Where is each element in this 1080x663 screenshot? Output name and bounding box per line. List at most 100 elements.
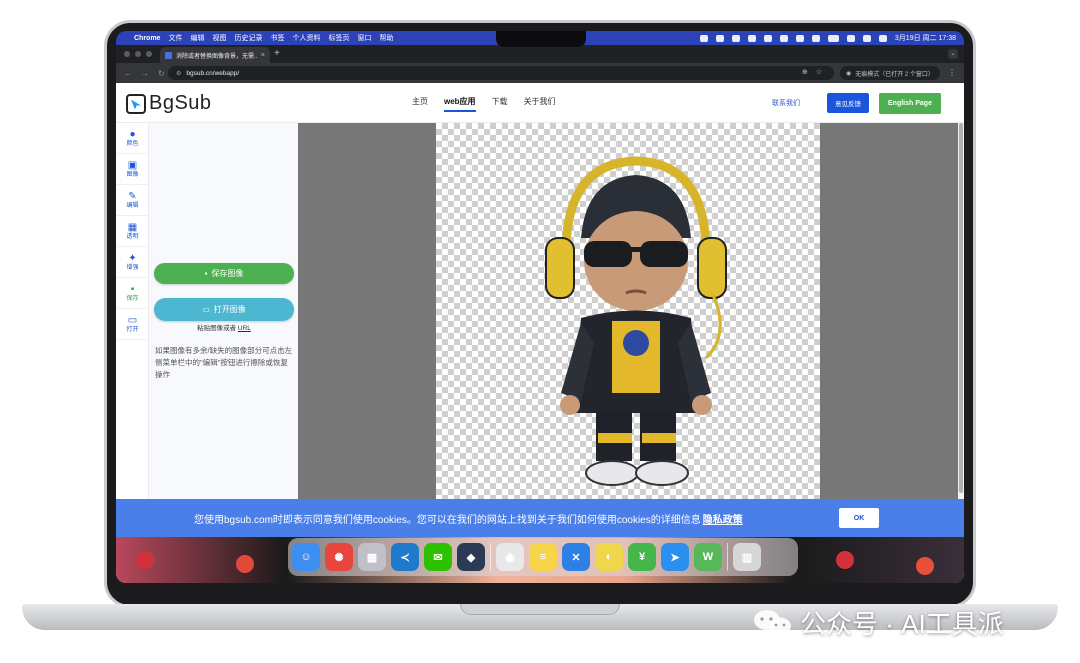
finder-icon[interactable]: ☺ — [292, 543, 320, 571]
new-tab-button[interactable]: + — [274, 48, 280, 59]
launchpad-icon[interactable]: ▦ — [358, 543, 386, 571]
sun-status-icon[interactable] — [731, 34, 740, 42]
wechat-icon[interactable]: ✉ — [424, 543, 452, 571]
sidebar-item-open[interactable]: ▭ 打开 — [116, 309, 149, 340]
cube-app-icon[interactable]: ◆ — [457, 543, 485, 571]
xcode-tools-icon[interactable]: ✕ — [562, 543, 590, 571]
incognito-indicator[interactable]: ◉ 无痕模式（已打开 2 个窗口） — [840, 66, 940, 80]
logo-text: BgSub — [149, 92, 212, 114]
reload-icon[interactable]: ↻ — [158, 69, 165, 78]
wifi-icon[interactable] — [846, 34, 855, 42]
site-info-icon[interactable]: ⚙ — [176, 70, 181, 77]
tab-title: 消除或者替换图像背景，无需... — [176, 53, 257, 60]
wallpaper-flower — [836, 551, 854, 569]
notes-icon[interactable]: ≡ — [529, 543, 557, 571]
w-app-icon[interactable]: W — [694, 543, 722, 571]
menu-bookmarks[interactable]: 书签 — [270, 33, 284, 43]
battery-icon[interactable] — [827, 34, 839, 42]
shield-status-icon[interactable] — [715, 34, 724, 42]
menu-file[interactable]: 文件 — [168, 33, 182, 43]
minimize-window-button[interactable] — [135, 51, 141, 57]
omnibox-actions: ⊕ ☆ — [802, 68, 822, 76]
screen-mirror-icon[interactable] — [862, 34, 871, 42]
bar-status-icon[interactable] — [747, 34, 756, 42]
sidebar-item-label: 颜色 — [126, 140, 139, 147]
cookie-text: 您使用bgsub.com时即表示同意我们使用cookies。您可以在我们的网站上… — [194, 511, 743, 526]
menu-window[interactable]: 窗口 — [357, 33, 371, 43]
browser-tab-bar: 消除或者替换图像背景，无需... × + ⌄ — [116, 45, 964, 63]
menu-status-area: 3月19日 周二 17:38 — [699, 31, 956, 45]
menu-edit[interactable]: 编辑 — [190, 33, 204, 43]
back-arrow-icon[interactable]: ← — [124, 69, 132, 78]
wechat-status-icon[interactable] — [779, 34, 788, 42]
tab-close-icon[interactable]: × — [261, 52, 265, 59]
nav-buttons: ← → ↻ — [116, 69, 165, 78]
sidebar-item-save[interactable]: ▪ 保存 — [116, 278, 149, 309]
browser-tab[interactable]: 消除或者替换图像背景，无需... × — [160, 47, 270, 63]
feedback-button[interactable]: 意见反馈 — [827, 93, 869, 113]
transparent-canvas[interactable] — [436, 123, 820, 503]
menu-history[interactable]: 历史记录 — [234, 33, 262, 43]
money-app-icon[interactable]: ¥ — [628, 543, 656, 571]
sidebar-item-edit[interactable]: ✎ 编辑 — [116, 185, 149, 216]
palette-icon: ● — [129, 128, 136, 140]
save-icon: ▪ — [130, 283, 135, 295]
image-icon: ▣ — [127, 159, 138, 171]
tab-favicon-icon — [165, 51, 172, 59]
nav-home[interactable]: 主页 — [412, 96, 428, 107]
site-logo[interactable]: BgSub — [126, 92, 212, 115]
wallpaper-flower — [916, 557, 934, 575]
sidebar-item-image[interactable]: ▣ 图像 — [116, 154, 149, 185]
grid-status-icon[interactable] — [763, 34, 772, 42]
image-canvas-area[interactable] — [298, 123, 958, 503]
paste-url-link[interactable]: URL — [238, 325, 251, 332]
nav-webapp[interactable]: web应用 — [444, 96, 476, 112]
edit-hint-text: 如果图像有多余/缺失的图像部分可点击左侧菜单栏中的"编辑"按钮进行擦除或恢复操作 — [155, 346, 293, 379]
lemon-icon[interactable]: ◐ — [595, 543, 623, 571]
w-status-icon[interactable] — [699, 34, 708, 42]
save-image-label: 保存图像 — [211, 269, 244, 278]
menu-view[interactable]: 视图 — [212, 33, 226, 43]
scrollbar-thumb[interactable] — [959, 123, 963, 493]
forward-arrow-icon[interactable]: → — [141, 69, 149, 78]
bookmark-star-icon[interactable]: ☆ — [816, 68, 822, 76]
contact-link[interactable]: 联系我们 — [772, 98, 800, 108]
open-image-button[interactable]: ▭ 打开图像 — [154, 298, 294, 321]
menu-clock[interactable]: 3月19日 周二 17:38 — [895, 33, 956, 43]
english-page-button[interactable]: English Page — [879, 93, 941, 114]
laptop-lip — [460, 604, 620, 615]
send-status-icon[interactable] — [795, 34, 804, 42]
menu-help[interactable]: 帮助 — [379, 33, 393, 43]
tab-search-chevron-icon[interactable]: ⌄ — [948, 49, 958, 59]
dock-separator — [727, 543, 728, 571]
sidebar-item-label: 透明 — [126, 233, 139, 240]
cookie-ok-button[interactable]: OK — [839, 508, 879, 528]
nav-about[interactable]: 关于我们 — [524, 96, 556, 107]
zoom-magnifier-icon[interactable]: ⊕ — [802, 68, 808, 76]
wechat-watermark: 公众号 · AI工具派 — [752, 605, 1004, 639]
vscode-icon[interactable]: ≺ — [391, 543, 419, 571]
nav-download[interactable]: 下载 — [492, 96, 508, 107]
address-bar[interactable]: ⚙ bgsub.cn/webapp/ ⊕ ☆ — [168, 66, 834, 80]
clock-status-icon[interactable] — [811, 34, 820, 42]
sidebar-item-label: 图像 — [126, 171, 139, 178]
chrome-menu-icon[interactable]: ⋮ — [948, 68, 956, 77]
sidebar-item-enhance[interactable]: ✦ 增强 — [116, 247, 149, 278]
zoom-window-button[interactable] — [146, 51, 152, 57]
privacy-policy-link[interactable]: 隐私政策 — [703, 515, 743, 526]
side-panel: ▪ 保存图像 ▭ 打开图像 粘贴图像或者 URL 如果图像有多余/缺失的图像部分… — [149, 123, 298, 503]
sidebar-item-color[interactable]: ● 颜色 — [116, 123, 149, 154]
menu-profiles[interactable]: 个人资料 — [292, 33, 320, 43]
trash-icon[interactable]: ▥ — [733, 543, 761, 571]
pencil-icon: ✎ — [128, 190, 137, 202]
sidebar-item-transparent[interactable]: ▦ 透明 — [116, 216, 149, 247]
chrome-icon[interactable]: ◉ — [496, 543, 524, 571]
close-window-button[interactable] — [124, 51, 130, 57]
menu-tabs[interactable]: 标签页 — [328, 33, 349, 43]
app-menu[interactable]: Chrome — [134, 35, 160, 42]
control-center-icon[interactable] — [878, 34, 887, 42]
save-image-button[interactable]: ▪ 保存图像 — [154, 263, 294, 284]
sunflower-icon[interactable]: ✺ — [325, 543, 353, 571]
arrow-app-icon[interactable]: ➤ — [661, 543, 689, 571]
page-scrollbar[interactable] — [958, 123, 964, 503]
